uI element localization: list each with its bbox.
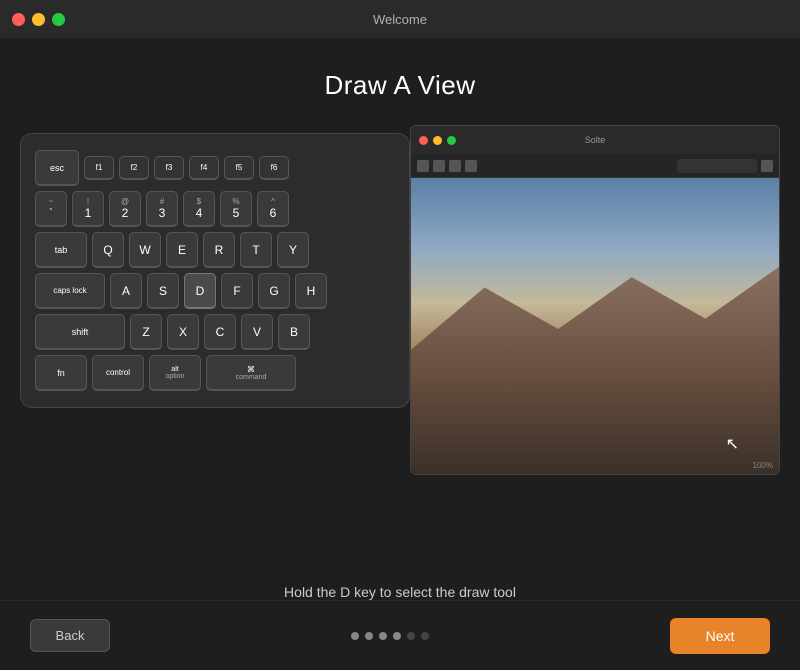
- key-e: E: [166, 232, 198, 268]
- key-g: G: [258, 273, 290, 309]
- preview-body: ↖ 100%: [411, 178, 779, 474]
- dot-2: [365, 632, 373, 640]
- key-f1: f1: [84, 156, 114, 180]
- dot-1: [351, 632, 359, 640]
- keyboard-row-asdf: caps lock A S D F G H: [35, 273, 395, 309]
- preview-maximize: [447, 136, 456, 145]
- key-q: Q: [92, 232, 124, 268]
- key-1: !1: [72, 191, 104, 227]
- key-b: B: [278, 314, 310, 350]
- key-esc: esc: [35, 150, 79, 186]
- workspace-input: [677, 159, 757, 173]
- key-x: X: [167, 314, 199, 350]
- key-c: C: [204, 314, 236, 350]
- dot-6: [421, 632, 429, 640]
- maximize-button[interactable]: [52, 13, 65, 26]
- keyboard-row-modifiers: fn control altoption ⌘command: [35, 355, 395, 391]
- dot-5: [407, 632, 415, 640]
- preview-toolbar: [411, 154, 779, 178]
- close-button[interactable]: [12, 13, 25, 26]
- preview-minimize: [433, 136, 442, 145]
- key-capslock: caps lock: [35, 273, 105, 309]
- keyboard-row-zxcv: shift Z X C V B: [35, 314, 395, 350]
- page-title: Draw A View: [325, 70, 476, 101]
- key-control: control: [92, 355, 144, 391]
- toolbar-icon-4: [465, 160, 477, 172]
- bottom-bar: Back Next: [0, 600, 800, 670]
- instruction-text: Hold the D key to select the draw tool: [284, 584, 516, 600]
- key-f: F: [221, 273, 253, 309]
- key-tab: tab: [35, 232, 87, 268]
- key-z: Z: [130, 314, 162, 350]
- key-t: T: [240, 232, 272, 268]
- main-content: Draw A View esc f1 f2 f3 f4 f5 f6 ~` !1: [0, 38, 800, 600]
- dot-3: [379, 632, 387, 640]
- minimize-button[interactable]: [32, 13, 45, 26]
- key-f5: f5: [224, 156, 254, 180]
- middle-section: esc f1 f2 f3 f4 f5 f6 ~` !1 @2: [0, 125, 800, 574]
- preview-titlebar: Solte: [411, 126, 779, 154]
- title-bar: Welcome: [0, 0, 800, 38]
- toolbar-icon-1: [417, 160, 429, 172]
- preview-close: [419, 136, 428, 145]
- key-3: #3: [146, 191, 178, 227]
- key-d: D: [184, 273, 216, 309]
- key-2: @2: [109, 191, 141, 227]
- key-5: %5: [220, 191, 252, 227]
- key-w: W: [129, 232, 161, 268]
- dot-4: [393, 632, 401, 640]
- key-tilde: ~`: [35, 191, 67, 227]
- key-f6: f6: [259, 156, 289, 180]
- window-title: Welcome: [373, 12, 427, 27]
- key-f4: f4: [189, 156, 219, 180]
- toolbar-icon-2: [433, 160, 445, 172]
- preview-title: Solte: [585, 135, 606, 145]
- key-f2: f2: [119, 156, 149, 180]
- pagination-dots: [351, 632, 429, 640]
- key-s: S: [147, 273, 179, 309]
- key-y: Y: [277, 232, 309, 268]
- key-r: R: [203, 232, 235, 268]
- preview-window: Solte ↖ 100%: [410, 125, 780, 475]
- key-option: altoption: [149, 355, 201, 391]
- toolbar-icon-5: [761, 160, 773, 172]
- key-command: ⌘command: [206, 355, 296, 391]
- traffic-lights: [12, 13, 65, 26]
- keyboard-row-numbers: ~` !1 @2 #3 $4 %5 ^6: [35, 191, 395, 227]
- keyboard: esc f1 f2 f3 f4 f5 f6 ~` !1 @2: [20, 133, 410, 408]
- key-shift: shift: [35, 314, 125, 350]
- keyboard-row-qwerty: tab Q W E R T Y: [35, 232, 395, 268]
- key-f3: f3: [154, 156, 184, 180]
- next-button[interactable]: Next: [670, 618, 770, 654]
- preview-cursor: ↖: [726, 434, 739, 454]
- key-fn: fn: [35, 355, 87, 391]
- key-v: V: [241, 314, 273, 350]
- key-4: $4: [183, 191, 215, 227]
- keyboard-row-fn: esc f1 f2 f3 f4 f5 f6: [35, 150, 395, 186]
- key-6: ^6: [257, 191, 289, 227]
- key-a: A: [110, 273, 142, 309]
- back-button[interactable]: Back: [30, 619, 110, 652]
- preview-zoom: 100%: [753, 461, 773, 470]
- key-h: H: [295, 273, 327, 309]
- screenshot-preview: Solte ↖ 100%: [410, 125, 780, 475]
- toolbar-icon-3: [449, 160, 461, 172]
